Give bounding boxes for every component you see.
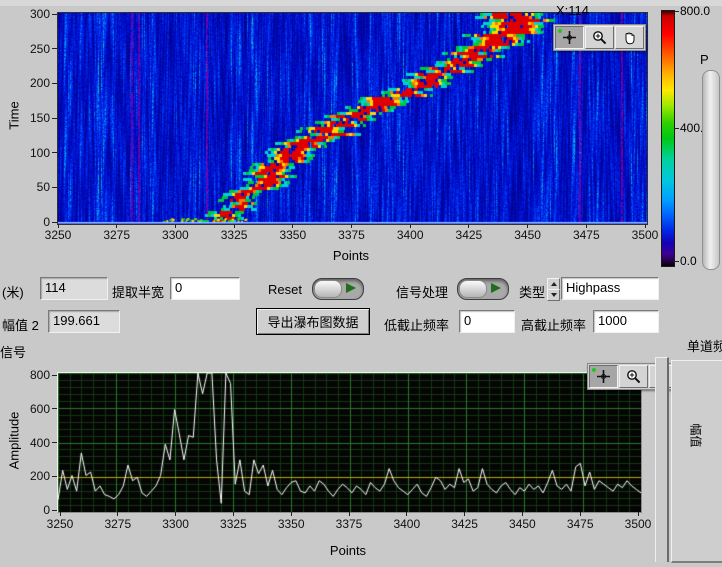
signal-x-axis-label: Points — [330, 543, 366, 558]
signal-processing-label: 信号处理 — [396, 282, 448, 301]
tick-label: 300 — [30, 7, 50, 21]
tick-label: 3475 — [567, 517, 594, 531]
reset-label: Reset — [268, 282, 302, 297]
pan-tool-button[interactable] — [615, 26, 644, 49]
single-channel-panel: 幅值 — [671, 360, 722, 563]
signal-y-axis-label: Amplitude — [7, 406, 22, 476]
signal-processing-switch[interactable] — [457, 278, 509, 300]
colorbar-tick-mark — [674, 128, 679, 129]
vertical-slider[interactable] — [702, 70, 720, 270]
colorbar-tick-mark — [674, 11, 679, 12]
tick-label: 0 — [43, 503, 50, 517]
tick-label: 3350 — [278, 517, 305, 531]
switch-knob — [314, 280, 342, 298]
tick-label: 0 — [43, 215, 50, 229]
tick-label: 3350 — [279, 228, 306, 242]
p-slider-label: P — [700, 52, 709, 67]
vertical-splitter-bar[interactable] — [655, 357, 669, 562]
tick-label: 3325 — [221, 228, 248, 242]
high-cutoff-input[interactable]: 1000 — [593, 310, 659, 333]
hand-icon — [622, 30, 637, 45]
tick-label: 3450 — [509, 517, 536, 531]
tick-label: 3300 — [162, 228, 189, 242]
active-led — [558, 29, 562, 33]
zoom-tool-button[interactable] — [619, 365, 648, 388]
tick-label: 3250 — [47, 517, 74, 531]
type-ring-select[interactable]: Highpass — [561, 277, 659, 300]
tick-label: 3275 — [103, 228, 130, 242]
half-width-label: 提取半宽 — [112, 282, 164, 301]
half-width-input[interactable]: 0 — [170, 277, 240, 300]
cursor-tool-button[interactable] — [589, 365, 618, 388]
high-cutoff-label: 高截止频率 — [521, 315, 586, 334]
color-scale-bar — [661, 10, 675, 267]
amplitude2-label: 幅值 2 — [2, 315, 39, 334]
amplitude2-indicator: 199.661 — [48, 310, 120, 333]
spinner-down-icon[interactable] — [547, 289, 560, 301]
tick-label: 3400 — [393, 517, 420, 531]
tick-label: 600 — [30, 402, 50, 416]
tick-label: 3375 — [338, 228, 365, 242]
waterfall-x-axis-label: Points — [333, 248, 369, 263]
low-cutoff-input[interactable]: 0 — [459, 310, 515, 333]
tick-label: 3325 — [220, 517, 247, 531]
meter-value-indicator: 114 — [40, 277, 108, 300]
magnifier-icon — [626, 369, 641, 384]
tick-label: 3425 — [456, 228, 483, 242]
cursor-tool-button[interactable] — [555, 26, 584, 49]
waterfall-graph-palette — [553, 24, 646, 51]
tick-label: 3425 — [451, 517, 478, 531]
crosshair-icon — [562, 30, 577, 45]
crosshair-icon — [596, 369, 611, 384]
signal-section-label: 信号 — [0, 342, 26, 361]
tick-label: 400 — [30, 436, 50, 450]
tick-label: 100 — [30, 146, 50, 160]
magnifier-icon — [592, 30, 607, 45]
meter-label: (米) — [2, 282, 24, 301]
tick-label: 200 — [30, 469, 50, 483]
tick-label: 800 — [30, 368, 50, 382]
tick-label: 250 — [30, 42, 50, 56]
type-label: 类型 — [519, 282, 545, 301]
single-channel-section-label: 单道频 — [687, 336, 722, 355]
tick-label: 50 — [37, 180, 50, 194]
tick-label: 3450 — [514, 228, 541, 242]
switch-knob — [459, 280, 487, 298]
colorbar-max-label: 800.0 — [680, 4, 710, 18]
tick-label: 3250 — [45, 228, 72, 242]
waterfall-y-axis-label: Time — [7, 100, 22, 132]
colorbar-tick-mark — [674, 261, 679, 262]
tick-label: 3500 — [632, 228, 659, 242]
tick-label: 200 — [30, 76, 50, 90]
zoom-tool-button[interactable] — [585, 26, 614, 49]
type-spinner[interactable] — [547, 278, 558, 300]
tick-label: 3275 — [104, 517, 131, 531]
tick-label: 150 — [30, 111, 50, 125]
labview-front-panel: Time X:114 Points 800.0 400.0 0.0 P (米) … — [0, 0, 722, 567]
switch-arrow-icon — [346, 283, 356, 293]
tick-label: 3375 — [336, 517, 363, 531]
tick-label: 3400 — [397, 228, 424, 242]
tick-label: 3500 — [625, 517, 652, 531]
colorbar-min-label: 0.0 — [680, 254, 697, 268]
single-channel-y-axis-label: 幅值 — [688, 423, 705, 447]
active-led — [592, 368, 596, 372]
top-strip — [0, 0, 722, 6]
switch-arrow-icon — [491, 283, 501, 293]
reset-switch[interactable] — [312, 278, 364, 300]
cursor-readout: X:114 — [556, 3, 589, 18]
low-cutoff-label: 低截止频率 — [384, 315, 449, 334]
tick-label: 3475 — [573, 228, 600, 242]
export-waterfall-data-button[interactable]: 导出瀑布图数据 — [256, 308, 370, 335]
tick-label: 3300 — [162, 517, 189, 531]
signal-plot[interactable] — [57, 372, 642, 513]
